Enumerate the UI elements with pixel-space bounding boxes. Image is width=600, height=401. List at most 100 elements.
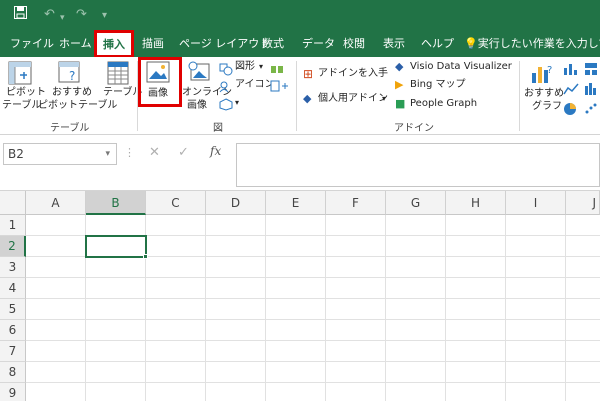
ribbon-separator [296,61,297,131]
row-header[interactable]: 1 [0,215,26,236]
shapes-label[interactable]: 図形 [235,61,255,73]
row-header[interactable]: 4 [0,278,26,299]
formula-bar-grip-icon: ⋮ [124,146,135,159]
name-box[interactable]: B2 ▾ [3,143,117,165]
bing-maps-icon[interactable]: ▶ [395,79,403,91]
pivot-table-icon[interactable] [8,61,32,89]
enter-icon[interactable]: ✓ [178,145,189,160]
ribbon-separator [519,61,520,131]
save-icon[interactable] [14,6,27,25]
row-header[interactable]: 6 [0,320,26,341]
row-header[interactable]: 5 [0,299,26,320]
svg-text:?: ? [69,69,75,83]
ribbon-insert: ピボット テーブル ? おすすめ ピボットテーブル テーブル テーブル 画像 オ… [0,57,600,135]
undo-dropdown-icon[interactable]: ▾ [60,9,65,27]
recommended-pivot-label-2[interactable]: ピボットテーブル [38,100,117,112]
tab-home[interactable]: ホーム [59,30,92,57]
icons-label[interactable]: アイコン [235,79,275,91]
table-icon[interactable] [107,61,129,89]
get-addins-icon[interactable]: ⊞ [303,68,313,80]
tables-group-label: テーブル [50,123,90,134]
formula-bar: B2 ▾ ⋮ ✕ ✓ fx [0,135,600,191]
get-addins-label[interactable]: アドインを入手 [318,68,388,80]
lightbulb-icon: 💡 [464,37,478,50]
recommended-pivot-label-1[interactable]: おすすめ [52,87,92,99]
tab-insert[interactable]: 挿入 [96,32,132,57]
my-addins-icon[interactable]: ◆ [303,93,311,105]
title-bar: ↶ ▾ ↷ ▾ [0,0,600,30]
row-header[interactable]: 7 [0,341,26,362]
pie-chart-icon[interactable] [563,101,579,120]
menu-tab-bar: ファイル ホーム 挿入 描画 ページ レイアウト 数式 データ 校閲 表示 ヘル… [0,30,600,57]
my-addins-dropdown-icon[interactable]: ▾ [382,93,386,105]
tab-help[interactable]: ヘルプ [421,30,454,57]
select-all-button[interactable] [0,191,26,215]
my-addins-label[interactable]: 個人用アドイン [318,93,388,105]
tell-me-text: 実行したい作業を入力してください [477,37,600,50]
shapes-dropdown-icon[interactable]: ▾ [259,61,263,73]
statistic-chart-icon[interactable] [584,81,598,100]
column-header[interactable]: G [386,191,446,215]
line-chart-icon[interactable] [563,81,579,100]
tell-me-box[interactable]: 💡実行したい作業を入力してください [464,30,600,57]
3d-models-dropdown-icon[interactable]: ▾ [235,97,239,109]
undo-icon[interactable]: ↶ [44,6,55,24]
cancel-icon[interactable]: ✕ [149,145,160,160]
bing-maps-label[interactable]: Bing マップ [410,79,466,91]
column-header[interactable]: E [266,191,326,215]
tab-view[interactable]: 表示 [383,30,405,57]
screenshot-icon[interactable] [270,78,292,97]
column-header[interactable]: A [26,191,86,215]
tab-file[interactable]: ファイル [10,30,54,57]
excel-window: ↶ ▾ ↷ ▾ ファイル ホーム 挿入 描画 ページ レイアウト 数式 データ … [0,0,600,401]
column-header[interactable]: J [566,191,600,215]
visio-label[interactable]: Visio Data Visualizer [410,61,512,73]
people-graph-label[interactable]: People Graph [410,98,477,110]
tab-page-layout[interactable]: ページ レイアウト [179,30,270,57]
worksheet-grid: A B C D E F G H I J 1 2 3 4 5 6 7 8 9 [0,191,600,401]
scatter-chart-icon[interactable] [584,101,598,120]
row-header[interactable]: 2 [0,236,26,257]
formula-input[interactable] [236,143,600,187]
row-header[interactable]: 3 [0,257,26,278]
row-header[interactable]: 8 [0,362,26,383]
online-picture-icon[interactable] [188,61,210,87]
visio-icon[interactable]: ◆ [395,61,403,73]
people-graph-icon[interactable]: ■ [395,98,405,110]
selected-cell-b2[interactable] [85,235,147,258]
recommended-charts-icon[interactable]: ? [530,61,556,89]
picture-icon[interactable] [146,61,170,87]
tab-data[interactable]: データ [302,30,335,57]
insert-function-button[interactable]: fx [210,144,221,158]
column-header[interactable]: B [86,191,146,215]
svg-text:?: ? [547,65,552,76]
ribbon-separator [137,61,138,131]
column-header[interactable]: C [146,191,206,215]
icons-icon[interactable] [219,78,233,97]
column-header[interactable]: H [446,191,506,215]
customize-qat-icon[interactable]: ▾ [102,7,107,25]
column-header[interactable]: I [506,191,566,215]
addins-group-label: アドイン [394,123,434,134]
column-header[interactable]: F [326,191,386,215]
3d-models-icon[interactable] [219,96,233,115]
column-header[interactable]: D [206,191,266,215]
recommended-charts-label-2[interactable]: グラフ [532,101,562,113]
name-box-dropdown-icon[interactable]: ▾ [105,144,110,164]
pivot-table-label-2[interactable]: テーブル [2,100,41,112]
recommended-pivot-icon[interactable]: ? [58,61,84,89]
row-header[interactable]: 9 [0,383,26,401]
fill-handle[interactable] [143,254,148,259]
tab-review[interactable]: 校閲 [343,30,365,57]
hierarchy-chart-icon[interactable] [584,61,598,80]
picture-label[interactable]: 画像 [148,88,168,100]
redo-icon[interactable]: ↷ [76,6,87,24]
column-chart-icon[interactable] [563,61,579,80]
tab-formulas[interactable]: 数式 [262,30,284,57]
online-picture-label-2[interactable]: 画像 [187,100,207,112]
name-box-value: B2 [8,147,24,161]
tab-draw[interactable]: 描画 [142,30,164,57]
illustrations-group-label: 図 [213,123,223,134]
recommended-charts-label-1[interactable]: おすすめ [524,88,564,100]
pivot-table-label-1[interactable]: ピボット [6,87,46,99]
